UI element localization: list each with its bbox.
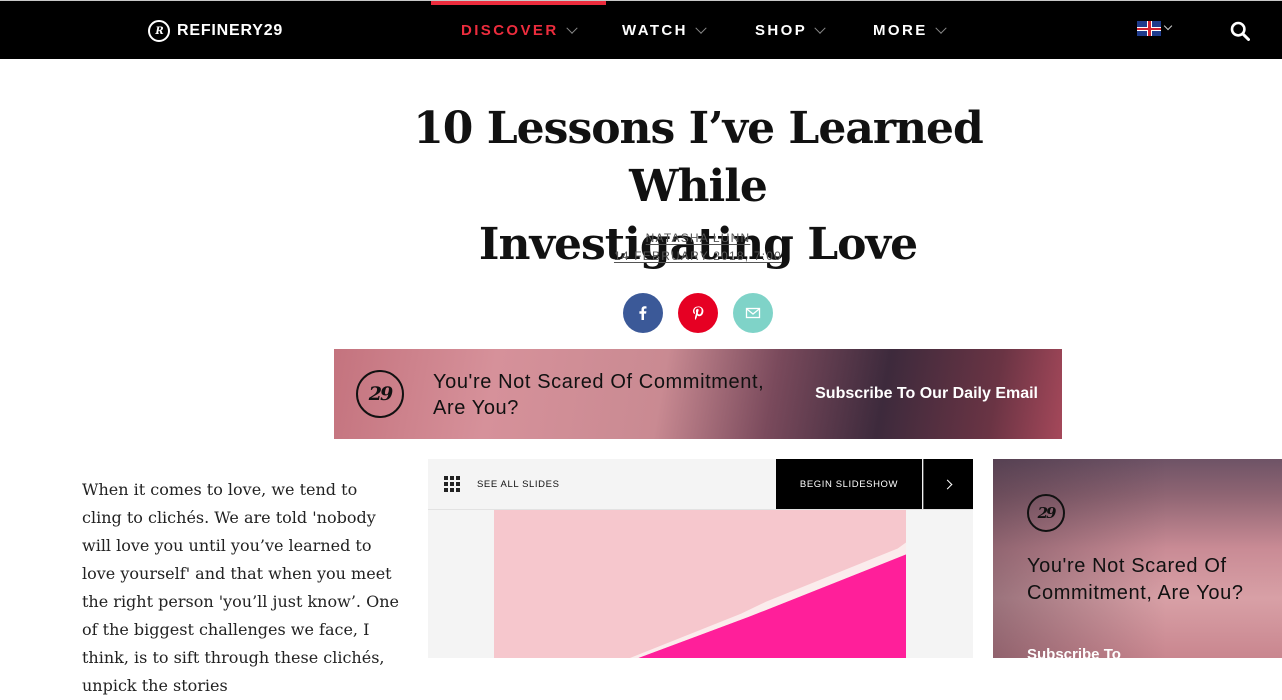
chevron-down-icon	[1163, 21, 1173, 30]
chevron-down-icon	[565, 22, 578, 34]
promo-title: You're Not Scared Of Commitment, Are You…	[433, 371, 765, 419]
pinterest-icon	[693, 306, 704, 320]
facebook-share-button[interactable]	[623, 293, 663, 333]
nav-item-more[interactable]: MORE	[873, 1, 947, 60]
chevron-down-icon	[695, 22, 707, 34]
nav-item-watch[interactable]: WATCH	[622, 1, 707, 60]
chevron-right-icon	[942, 479, 952, 489]
side-ad-subscribe-link[interactable]: Subscribe To	[1027, 646, 1121, 658]
nav-label: MORE	[873, 22, 928, 39]
brand-mark-icon: R	[148, 20, 170, 42]
top-nav: R REFINERY29 DISCOVER WATCH SHOP MORE	[0, 0, 1282, 59]
chevron-down-icon	[934, 22, 947, 34]
nav-label: WATCH	[622, 22, 688, 39]
facebook-icon	[639, 306, 647, 320]
search-icon[interactable]	[1230, 21, 1250, 41]
r29-logo-icon: 29	[1027, 494, 1065, 532]
begin-slideshow-button[interactable]: BEGIN SLIDESHOW	[776, 459, 922, 509]
side-newsletter-ad[interactable]: 29 You're Not Scared Of Commitment, Are …	[993, 459, 1282, 658]
article-title: 10 Lessons I’ve Learned While Investigat…	[340, 100, 1056, 274]
article-title-line1: 10 Lessons I’ve Learned While	[413, 103, 984, 212]
subscribe-link[interactable]: Subscribe To Our Daily Email	[805, 385, 1038, 403]
envelope-icon	[745, 307, 761, 319]
chevron-down-icon	[814, 22, 826, 34]
see-all-slides-button[interactable]: SEE ALL SLIDES	[444, 476, 560, 492]
brand-logo[interactable]: R REFINERY29	[148, 18, 283, 44]
nav-label: DISCOVER	[461, 22, 559, 39]
slide-image[interactable]	[494, 510, 906, 658]
region-selector[interactable]	[1137, 21, 1173, 36]
r29-logo-icon: 29	[356, 370, 404, 418]
side-ad-title: You're Not Scared Of Commitment, Are You…	[1027, 555, 1244, 604]
article-body: When it comes to love, we tend to cling …	[82, 480, 399, 695]
uk-flag-icon	[1137, 21, 1161, 36]
publish-date[interactable]: 14 FEBRUARY 2018, 7:00	[540, 249, 856, 263]
see-all-slides-label: SEE ALL SLIDES	[477, 478, 560, 490]
nav-item-discover[interactable]: DISCOVER	[431, 1, 606, 60]
grid-icon	[444, 476, 462, 492]
next-slide-button[interactable]	[923, 459, 973, 509]
email-share-button[interactable]	[733, 293, 773, 333]
author-link[interactable]: NATASHA LUNN	[540, 231, 856, 245]
pinterest-share-button[interactable]	[678, 293, 718, 333]
slideshow-toolbar: SEE ALL SLIDES BEGIN SLIDESHOW	[428, 459, 973, 510]
torn-paper-shape	[494, 554, 906, 658]
nav-label: SHOP	[755, 22, 808, 39]
newsletter-promo-banner[interactable]: 29 You're Not Scared Of Commitment, Are …	[334, 349, 1062, 439]
slideshow: SEE ALL SLIDES BEGIN SLIDESHOW	[428, 459, 973, 658]
brand-name: REFINERY29	[177, 22, 284, 39]
nav-item-shop[interactable]: SHOP	[755, 1, 826, 60]
